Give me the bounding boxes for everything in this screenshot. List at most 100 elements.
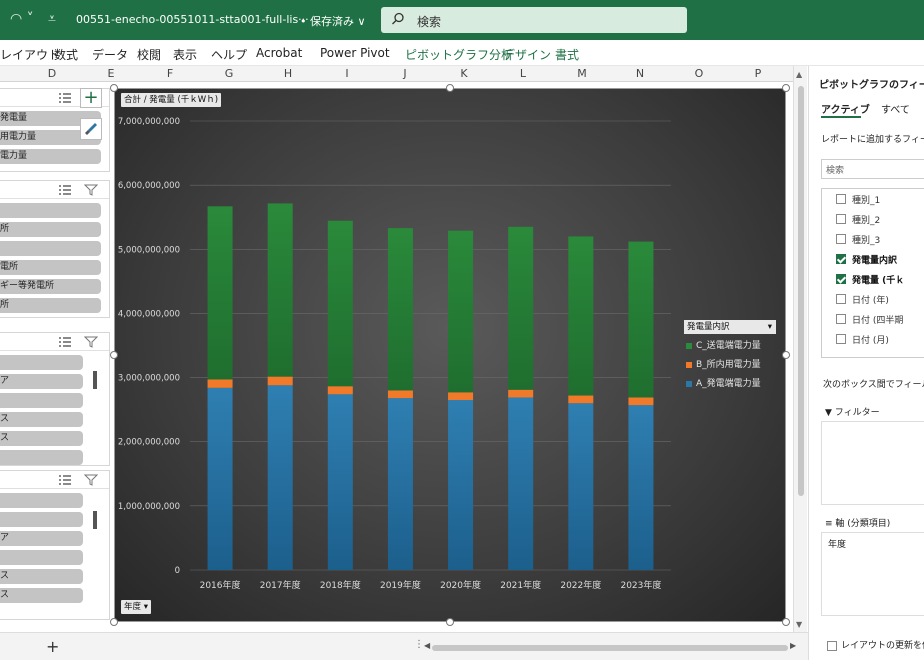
column-header[interactable]: D: [45, 67, 59, 80]
field-checkbox[interactable]: [836, 214, 846, 224]
field-item[interactable]: 日付 (年): [836, 293, 889, 306]
field-checkbox-checked[interactable]: [836, 254, 846, 264]
column-header[interactable]: H: [281, 67, 295, 80]
resize-handle[interactable]: [782, 351, 790, 359]
column-header[interactable]: P: [751, 67, 765, 80]
pivot-chart[interactable]: 0 1,000,000,000 2,000,000,000 3,000,000,000…: [114, 88, 786, 622]
undo-dropdown-icon[interactable]: ◠ ˅: [10, 11, 34, 27]
slicer-item[interactable]: ス: [0, 569, 83, 584]
defer-update-checkbox[interactable]: レイアウトの更新を保: [827, 638, 924, 651]
field-checkbox[interactable]: [836, 194, 846, 204]
slicer-item[interactable]: ス: [0, 431, 83, 446]
tab-data[interactable]: データ: [92, 46, 128, 63]
slicer-item[interactable]: 所: [0, 222, 101, 237]
customize-quick-access-icon[interactable]: ⩡: [48, 11, 56, 27]
slicer-item[interactable]: ス: [0, 412, 83, 427]
field-checkbox[interactable]: [836, 334, 846, 344]
clear-filter-icon[interactable]: [84, 474, 98, 486]
clear-filter-icon[interactable]: [84, 336, 98, 348]
slicer-item[interactable]: ギー等発電所: [0, 279, 101, 294]
slicer-item[interactable]: [0, 550, 83, 565]
tab-page-layout[interactable]: レイアウト: [0, 46, 60, 63]
resize-handle[interactable]: [446, 84, 454, 92]
column-header[interactable]: I: [340, 67, 354, 80]
more-options-icon[interactable]: ⋮: [414, 639, 424, 650]
field-item[interactable]: 種別_3: [836, 233, 880, 246]
value-field-button[interactable]: 合計 / 発電量 (千ｋWｈ): [121, 93, 222, 107]
resize-handle[interactable]: [782, 618, 790, 626]
filter-drop-area[interactable]: [821, 421, 924, 505]
column-header[interactable]: K: [457, 67, 471, 80]
slicer-item[interactable]: [0, 493, 83, 508]
scrollbar-thumb[interactable]: [798, 86, 804, 496]
multi-select-icon[interactable]: [58, 184, 72, 196]
slicer-item[interactable]: [0, 203, 101, 218]
field-checkbox-checked[interactable]: [836, 274, 846, 284]
tab-design[interactable]: デザイン: [503, 46, 551, 63]
slicer-item[interactable]: [0, 450, 83, 465]
slicer-2[interactable]: 所 電所 ギー等発電所 所: [0, 180, 110, 318]
slicer-item[interactable]: 所: [0, 298, 101, 313]
multi-select-icon[interactable]: [58, 92, 72, 104]
tab-formulas[interactable]: 数式: [54, 46, 78, 63]
tab-acrobat[interactable]: Acrobat: [256, 46, 302, 60]
field-checkbox[interactable]: [836, 294, 846, 304]
document-title[interactable]: 00551-enecho-00551011-stta001-full-lis··…: [76, 13, 309, 26]
slicer-item[interactable]: 電力量: [0, 149, 101, 164]
horizontal-scrollbar[interactable]: [432, 645, 788, 651]
slicer-item[interactable]: [0, 241, 101, 256]
scroll-left-icon[interactable]: ◀: [424, 641, 430, 650]
resize-handle[interactable]: [446, 618, 454, 626]
legend-field-button[interactable]: 発電量内訳 ▾: [684, 320, 776, 334]
slicer-scrollbar[interactable]: [93, 371, 97, 389]
column-header[interactable]: G: [222, 67, 236, 80]
field-item[interactable]: 種別_2: [836, 213, 880, 226]
tab-view[interactable]: 表示: [173, 46, 197, 63]
tab-pivotchart-analyze[interactable]: ピボットグラフ分析: [405, 46, 513, 63]
vertical-scrollbar[interactable]: ▲ ▼: [793, 66, 807, 632]
add-button[interactable]: +: [80, 88, 102, 108]
axis-field-button[interactable]: 年度 ▾: [121, 600, 151, 614]
field-item[interactable]: 種別_1: [836, 193, 880, 206]
checkbox[interactable]: [827, 640, 837, 651]
resize-handle[interactable]: [110, 84, 118, 92]
multi-select-icon[interactable]: [58, 474, 72, 486]
scroll-up-icon[interactable]: ▲: [796, 70, 802, 79]
search-box[interactable]: 検索: [381, 7, 687, 33]
resize-handle[interactable]: [782, 84, 790, 92]
slicer-item[interactable]: [0, 512, 83, 527]
field-item[interactable]: 日付 (月): [836, 333, 889, 346]
clear-filter-icon[interactable]: [84, 184, 98, 196]
scroll-right-icon[interactable]: ▶: [790, 641, 796, 650]
tab-review[interactable]: 校閲: [137, 46, 161, 63]
column-header[interactable]: E: [104, 67, 118, 80]
slicer-4[interactable]: ア ス ス: [0, 470, 110, 620]
field-item[interactable]: 発電量 (千ｋ: [836, 273, 904, 286]
field-checkbox[interactable]: [836, 234, 846, 244]
tab-format[interactable]: 書式: [555, 46, 579, 63]
slicer-item[interactable]: ア: [0, 374, 83, 389]
field-item[interactable]: 発電量内訳: [836, 253, 897, 266]
axis-field-chip[interactable]: 年度: [828, 537, 846, 550]
slicer-item[interactable]: 電所: [0, 260, 101, 275]
field-search-input[interactable]: 検索: [821, 159, 924, 179]
multi-select-icon[interactable]: [58, 336, 72, 348]
slicer-item[interactable]: ス: [0, 588, 83, 603]
axis-drop-area[interactable]: 年度: [821, 532, 924, 616]
pane-tab-all[interactable]: すべて: [881, 101, 910, 116]
column-header[interactable]: M: [575, 67, 589, 80]
resize-handle[interactable]: [110, 351, 118, 359]
slicer-item[interactable]: [0, 393, 83, 408]
add-sheet-button[interactable]: +: [46, 637, 59, 656]
tab-help[interactable]: ヘルプ: [211, 46, 247, 63]
column-header[interactable]: F: [163, 67, 177, 80]
pane-tab-active[interactable]: アクティブ: [821, 101, 870, 116]
chart-styles-button[interactable]: [80, 118, 102, 140]
column-header[interactable]: N: [633, 67, 647, 80]
slicer-item[interactable]: ア: [0, 531, 83, 546]
slicer-scrollbar[interactable]: [93, 511, 97, 529]
column-header[interactable]: L: [516, 67, 530, 80]
column-header[interactable]: J: [398, 67, 412, 80]
field-checkbox[interactable]: [836, 314, 846, 324]
resize-handle[interactable]: [110, 618, 118, 626]
